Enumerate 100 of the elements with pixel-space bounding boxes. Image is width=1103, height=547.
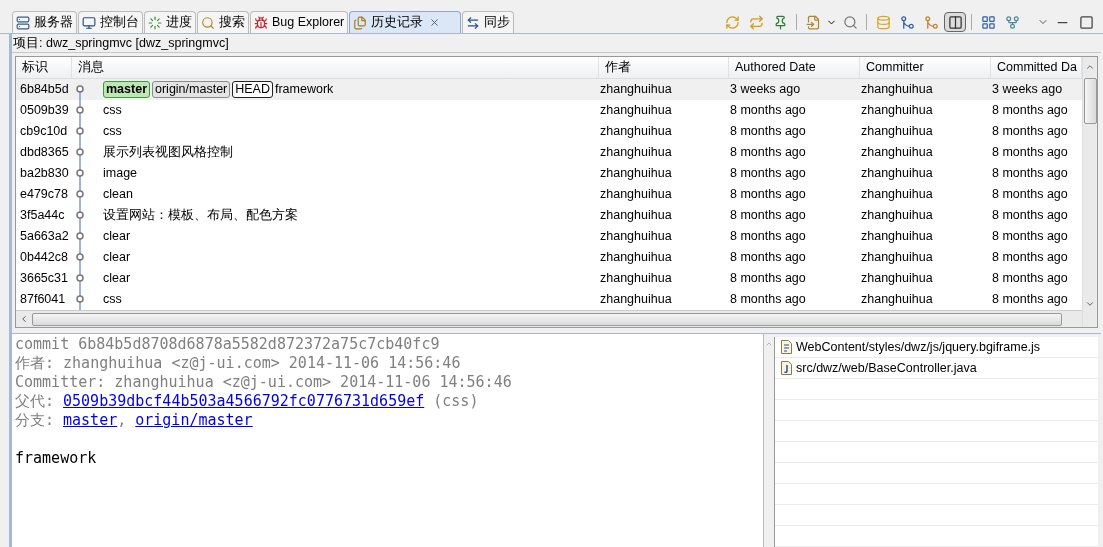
committer-cell: zhanghuihua [861, 103, 933, 118]
horizontal-scrollbar[interactable] [16, 310, 1082, 327]
project-label: 项目: dwz_springmvc [dwz_springmvc] [13, 34, 229, 52]
author-line: 作者: zhanghuihua <z@j-ui.com> 2014-11-06 14:56:46 [15, 354, 462, 373]
committer-cell: zhanghuihua [861, 229, 933, 244]
author-cell: zhanghuihua [600, 250, 672, 265]
date-cell: 8 months ago [730, 124, 806, 139]
scroll-thumb[interactable] [32, 312, 1062, 326]
commit-id: e479c78 [20, 187, 68, 202]
committer-cell: zhanghuihua [861, 208, 933, 223]
date-cell: 8 months ago [992, 145, 1068, 160]
author-cell: zhanghuihua [600, 271, 672, 286]
date-cell: 8 months ago [992, 166, 1068, 181]
parent-link[interactable]: 0509b39dbcf44b503a4566792fc0776731d659ef [63, 392, 425, 411]
commit-message: clean [103, 186, 133, 204]
bug-icon [254, 15, 268, 30]
file-path[interactable]: src/dwz/web/BaseController.java [796, 358, 977, 378]
author-cell: zhanghuihua [600, 166, 672, 181]
author-cell: zhanghuihua [600, 229, 672, 244]
date-cell: 8 months ago [992, 103, 1068, 118]
collapse-icon[interactable] [765, 340, 773, 348]
column-header[interactable]: Committer [860, 57, 991, 78]
committer-cell: zhanghuihua [861, 250, 933, 265]
committer-cell: zhanghuihua [861, 187, 933, 202]
view-tab[interactable]: 同步 [462, 11, 515, 33]
author-cell: zhanghuihua [600, 292, 672, 307]
column-header[interactable]: Authored Date [729, 57, 860, 78]
view-tab[interactable]: Bug Explorer [250, 11, 349, 33]
date-cell: 8 months ago [730, 208, 806, 223]
view-tab[interactable]: 服务器 [12, 11, 77, 33]
graph-node-icon [75, 142, 85, 163]
commit-message: css [103, 102, 122, 120]
commit-hash-line: commit 6b84b5d8708d6878a5582d872372a75c7cb40fc9 [15, 335, 441, 354]
commit-row[interactable]: 6b84b5d master origin/master HEAD framework zhanghuihua 3 weeks ago zhanghuihua 3 weeks ago [16, 79, 1082, 100]
monitor-icon [82, 15, 96, 30]
commit-message: framework [275, 81, 334, 99]
ref-label: origin/master [152, 81, 231, 98]
date-cell: 8 months ago [730, 229, 806, 244]
commit-id: 0509b39 [20, 103, 69, 118]
column-header[interactable]: 作者 [599, 57, 729, 78]
committer-cell: zhanghuihua [861, 166, 933, 181]
committer-cell: zhanghuihua [861, 145, 933, 160]
date-cell: 8 months ago [730, 271, 806, 286]
file-path[interactable]: WebContent/styles/dwz/js/jquery.bgiframe.js [796, 337, 1041, 357]
ref-label: master [103, 81, 150, 98]
author-cell: zhanghuihua [600, 82, 672, 97]
search-icon [201, 15, 215, 30]
graph-node-icon [75, 226, 85, 247]
script-file-icon [781, 340, 792, 354]
java-file-icon [781, 361, 792, 375]
date-cell: 8 months ago [992, 124, 1068, 139]
date-cell: 8 months ago [730, 187, 806, 202]
view-tab[interactable]: 历史记录 [349, 11, 462, 33]
commit-id: 3665c31 [20, 271, 68, 286]
commit-id: 3f5a44c [20, 208, 65, 223]
graph-node-icon [75, 163, 85, 184]
progress-icon [148, 15, 162, 30]
branch-link[interactable]: master [63, 411, 118, 430]
column-header[interactable]: 消息 [72, 57, 599, 78]
scroll-left-icon[interactable] [19, 314, 29, 324]
date-cell: 8 months ago [992, 271, 1068, 286]
branch-label: 分支: [15, 411, 55, 430]
parent-message: (css) [433, 392, 479, 411]
author-cell: zhanghuihua [600, 124, 672, 139]
committer-cell: zhanghuihua [861, 292, 933, 307]
close-icon[interactable] [429, 17, 441, 28]
date-cell: 8 months ago [730, 166, 806, 181]
committer-line: Committer: zhanghuihua <z@j-ui.com> 2014-11-06 14:56:46 [15, 373, 513, 392]
view-tab[interactable]: 搜索 [197, 11, 249, 33]
date-cell: 8 months ago [730, 103, 806, 118]
columns-icon[interactable] [944, 12, 966, 32]
author-cell: zhanghuihua [600, 103, 672, 118]
date-cell: 8 months ago [992, 250, 1068, 265]
documents-icon [353, 15, 368, 30]
commit-message: 展示列表视图风格控制 [103, 144, 233, 162]
vertical-scrollbar[interactable] [1082, 57, 1097, 327]
scroll-down-icon[interactable] [1085, 299, 1095, 309]
commit-id: cb9c10d [20, 124, 68, 139]
commit-message: clear [103, 228, 131, 246]
view-tab[interactable]: 控制台 [78, 11, 143, 33]
parent-label: 父代: [15, 392, 55, 411]
date-cell: 8 months ago [992, 187, 1068, 202]
graph-node-icon [75, 205, 85, 226]
ref-label: HEAD [232, 81, 273, 98]
view-tab[interactable]: 进度 [144, 11, 196, 33]
graph-node-icon [75, 289, 85, 310]
author-cell: zhanghuihua [600, 145, 672, 160]
scroll-up-icon[interactable] [1085, 62, 1095, 72]
column-header[interactable]: 标识 [16, 57, 72, 78]
commit-message: css [103, 123, 122, 141]
commit-id: ba2b830 [20, 166, 69, 181]
commit-message: css [103, 291, 122, 309]
author-cell: zhanghuihua [600, 208, 672, 223]
commit-id: 6b84b5d [20, 82, 69, 97]
sync-icon [466, 15, 481, 30]
date-cell: 3 weeks ago [730, 82, 801, 97]
committer-cell: zhanghuihua [861, 82, 933, 97]
branch-link[interactable]: origin/master [135, 411, 253, 430]
scroll-thumb[interactable] [1083, 78, 1097, 124]
date-cell: 8 months ago [730, 250, 806, 265]
